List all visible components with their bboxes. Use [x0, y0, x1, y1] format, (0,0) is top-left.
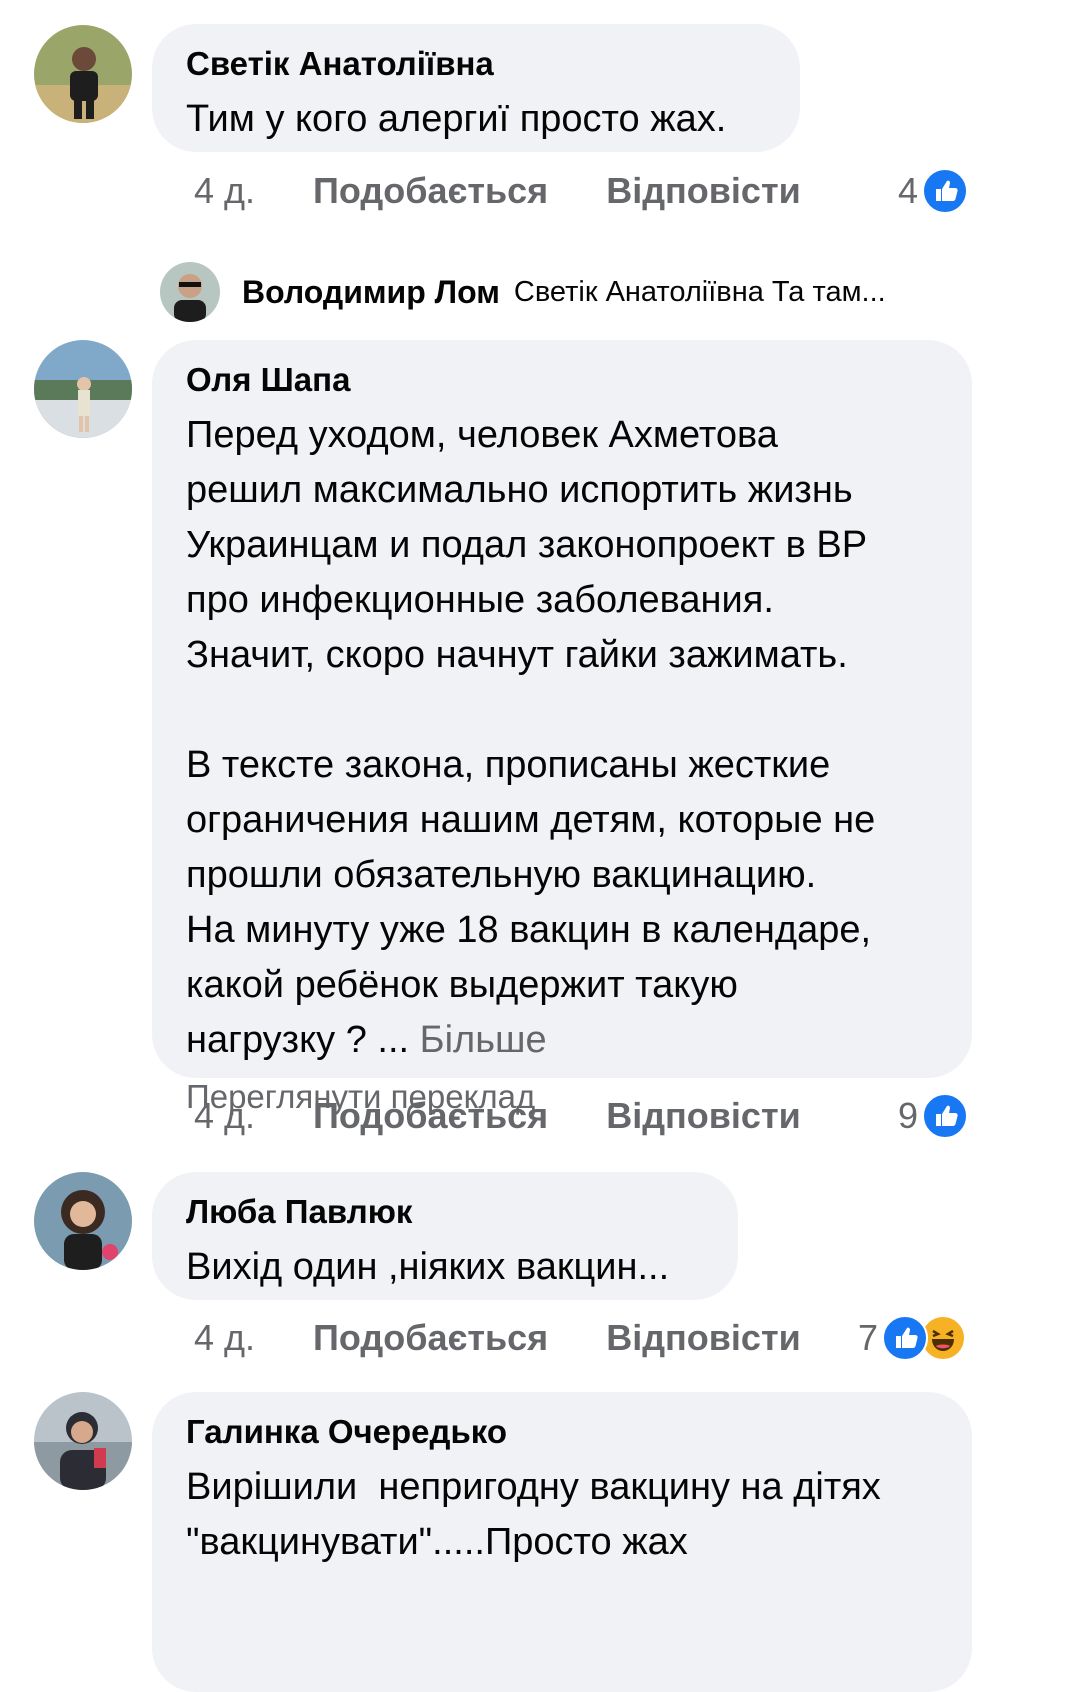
comment-author[interactable]: Светік Анатоліївна [186, 44, 766, 84]
comment-bubble: Галинка Очередько Вирішили непригодну ва… [152, 1392, 972, 1692]
comment-bubble: Оля Шапа Перед уходом, человек Ахметова … [152, 340, 972, 1115]
avatar-photo [34, 1392, 132, 1490]
comment-text: Вихід один ,ніяких вакцин... [186, 1246, 670, 1288]
comment-actions: 4 д. Подобається Відповісти [194, 1091, 801, 1141]
avatar-photo [34, 340, 132, 438]
like-icon [922, 1093, 969, 1139]
reply-button[interactable]: Відповісти [606, 170, 801, 212]
reaction-summary[interactable]: 4 [898, 166, 969, 216]
avatar[interactable] [34, 1392, 132, 1490]
comment-time[interactable]: 4 д. [194, 1095, 255, 1137]
reaction-count: 4 [898, 170, 919, 211]
avatar-photo [160, 262, 220, 322]
reaction-summary[interactable]: 7 [858, 1313, 967, 1363]
reply-preview[interactable]: Володимир Лом Светік Анатоліївна Та там.… [160, 262, 886, 322]
avatar-photo [34, 1172, 132, 1270]
comment-text-body: Перед уходом, человек Ахметова решил мак… [186, 414, 876, 1061]
comment-author[interactable]: Галинка Очередько [186, 1412, 938, 1452]
like-button[interactable]: Подобається [313, 1317, 548, 1359]
comment-author[interactable]: Люба Павлюк [186, 1192, 704, 1232]
avatar-photo [34, 25, 132, 123]
see-more-link[interactable]: Більше [420, 1019, 547, 1061]
avatar[interactable] [34, 1172, 132, 1270]
reaction-count: 7 [858, 1317, 879, 1358]
like-button[interactable]: Подобається [313, 1095, 548, 1137]
avatar[interactable] [34, 25, 132, 123]
reply-text: Светік Анатоліївна Та там... [513, 275, 886, 308]
avatar[interactable] [34, 340, 132, 438]
comment-text: Вирішили непригодну вакцину на дітях "ва… [186, 1466, 881, 1563]
comment-time[interactable]: 4 д. [194, 170, 255, 212]
reaction-count: 9 [898, 1095, 919, 1136]
avatar[interactable] [160, 262, 220, 322]
comment-bubble: Светік Анатоліївна Тим у кого алергиї пр… [152, 24, 800, 152]
comment-text: Тим у кого алергиї просто жах. [186, 98, 727, 140]
comment-actions: 4 д. Подобається Відповісти [194, 166, 801, 216]
comment-actions: 4 д. Подобається Відповісти [194, 1313, 801, 1363]
comment-author[interactable]: Оля Шапа [186, 360, 938, 400]
reply-author[interactable]: Володимир Лом [242, 274, 500, 311]
like-button[interactable]: Подобається [313, 170, 548, 212]
reply-button[interactable]: Відповісти [606, 1095, 801, 1137]
comment-time[interactable]: 4 д. [194, 1317, 255, 1359]
like-icon [922, 168, 969, 214]
comment-text: Перед уходом, человек Ахметова решил мак… [186, 408, 938, 1068]
comment-bubble: Люба Павлюк Вихід один ,ніяких вакцин... [152, 1172, 738, 1300]
reply-button[interactable]: Відповісти [606, 1317, 801, 1359]
reaction-summary[interactable]: 9 [898, 1091, 969, 1141]
like-icon [882, 1315, 929, 1361]
